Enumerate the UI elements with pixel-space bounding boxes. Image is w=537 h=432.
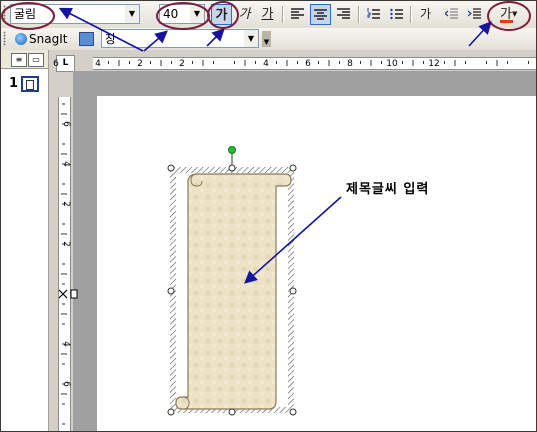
vertical-ruler-ticks: 6 4 2 2 4 6	[61, 103, 71, 425]
annotation-label: 제목글씨 입력	[346, 182, 430, 197]
ruler-label: 10	[386, 59, 398, 69]
font-name-highlight	[1, 2, 55, 30]
ruler-label: 6	[305, 59, 311, 69]
ruler-label: 4	[61, 161, 71, 167]
font-color-highlight	[487, 1, 531, 31]
ruler-label: 6	[61, 381, 71, 387]
ruler-label: 4	[95, 59, 101, 69]
font-size-highlight	[156, 2, 210, 30]
ruler-label: 4	[263, 59, 269, 69]
ruler-label: 6	[61, 121, 71, 127]
overlay-graphics: 6 4 2 2 4 6 8 10 12 6 4 2 2 4 6	[1, 1, 531, 425]
ruler-label: 2	[137, 59, 143, 69]
rotate-handle[interactable]	[228, 146, 236, 154]
application-window: 굴림 ▼ 40 ▼ 가 가 가 가 가▼ SnagIt 창 ▼ ▼ ≡ ▭ 1 …	[0, 0, 537, 432]
ruler-label: 2	[179, 59, 185, 69]
ruler-label: 12	[428, 59, 439, 69]
ruler-label: 4	[61, 341, 71, 347]
scroll-shape[interactable]	[175, 173, 292, 410]
ruler-label: 2	[61, 241, 71, 247]
ruler-label: 2	[61, 201, 71, 207]
ruler-label: 6	[53, 59, 59, 69]
ruler-label: 8	[347, 59, 353, 69]
horizontal-ruler-ticks: 6 4 2 2 4 6 8 10 12	[53, 59, 529, 69]
bold-highlight	[207, 1, 239, 29]
